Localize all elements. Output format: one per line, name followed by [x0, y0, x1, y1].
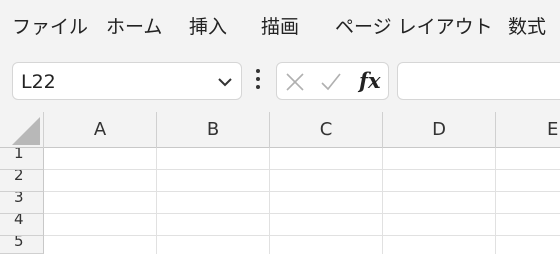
tab-insert[interactable]: 挿入	[189, 12, 227, 39]
tab-file[interactable]: ファイル	[12, 12, 88, 39]
row-number: 4	[14, 214, 24, 228]
column-divider	[156, 148, 157, 254]
row-number: 1	[14, 148, 24, 162]
row-header-2[interactable]: 2	[0, 170, 44, 192]
row-number: 2	[14, 170, 24, 184]
tab-draw[interactable]: 描画	[261, 12, 299, 39]
row-header-5[interactable]: 5	[0, 236, 44, 254]
tab-home[interactable]: ホーム	[106, 12, 162, 39]
column-header-b[interactable]: B	[157, 112, 270, 148]
insert-function-button[interactable]: fx	[359, 68, 381, 93]
row-header-1[interactable]: 1	[0, 148, 44, 170]
table-row[interactable]	[44, 148, 560, 170]
select-all-button[interactable]	[0, 112, 44, 148]
ribbon-tabs: ファイル ホーム 挿入 描画 ページ レイアウト 数式	[0, 0, 560, 50]
column-header-row: A B C D E	[0, 112, 560, 148]
column-header-a[interactable]: A	[44, 112, 157, 148]
spreadsheet-grid: A B C D E 1 2 3 4 5	[0, 112, 560, 254]
name-box[interactable]: L22	[12, 62, 242, 100]
formula-bar-row: L22 fx	[0, 50, 560, 112]
name-box-value: L22	[21, 71, 56, 93]
column-divider	[495, 148, 496, 254]
column-divider	[269, 148, 270, 254]
column-header-d[interactable]: D	[383, 112, 496, 148]
column-header-e[interactable]: E	[496, 112, 560, 148]
cancel-x-icon[interactable]	[284, 71, 306, 93]
table-row[interactable]	[44, 192, 560, 214]
row-number: 3	[14, 192, 24, 206]
chevron-down-icon[interactable]	[215, 72, 235, 92]
row-header-3[interactable]: 3	[0, 192, 44, 214]
row-number: 5	[14, 236, 24, 250]
check-icon[interactable]	[320, 71, 342, 93]
column-header-c[interactable]: C	[270, 112, 383, 148]
tab-page-layout[interactable]: ページ レイアウト	[335, 12, 493, 39]
formula-actions: fx	[276, 62, 389, 100]
table-row[interactable]	[44, 236, 560, 254]
column-divider	[382, 148, 383, 254]
formula-input[interactable]	[397, 62, 560, 100]
table-row[interactable]	[44, 170, 560, 192]
tab-formulas[interactable]: 数式	[508, 12, 546, 39]
table-row[interactable]	[44, 214, 560, 236]
more-vertical-icon[interactable]	[254, 69, 262, 93]
row-header-4[interactable]: 4	[0, 214, 44, 236]
